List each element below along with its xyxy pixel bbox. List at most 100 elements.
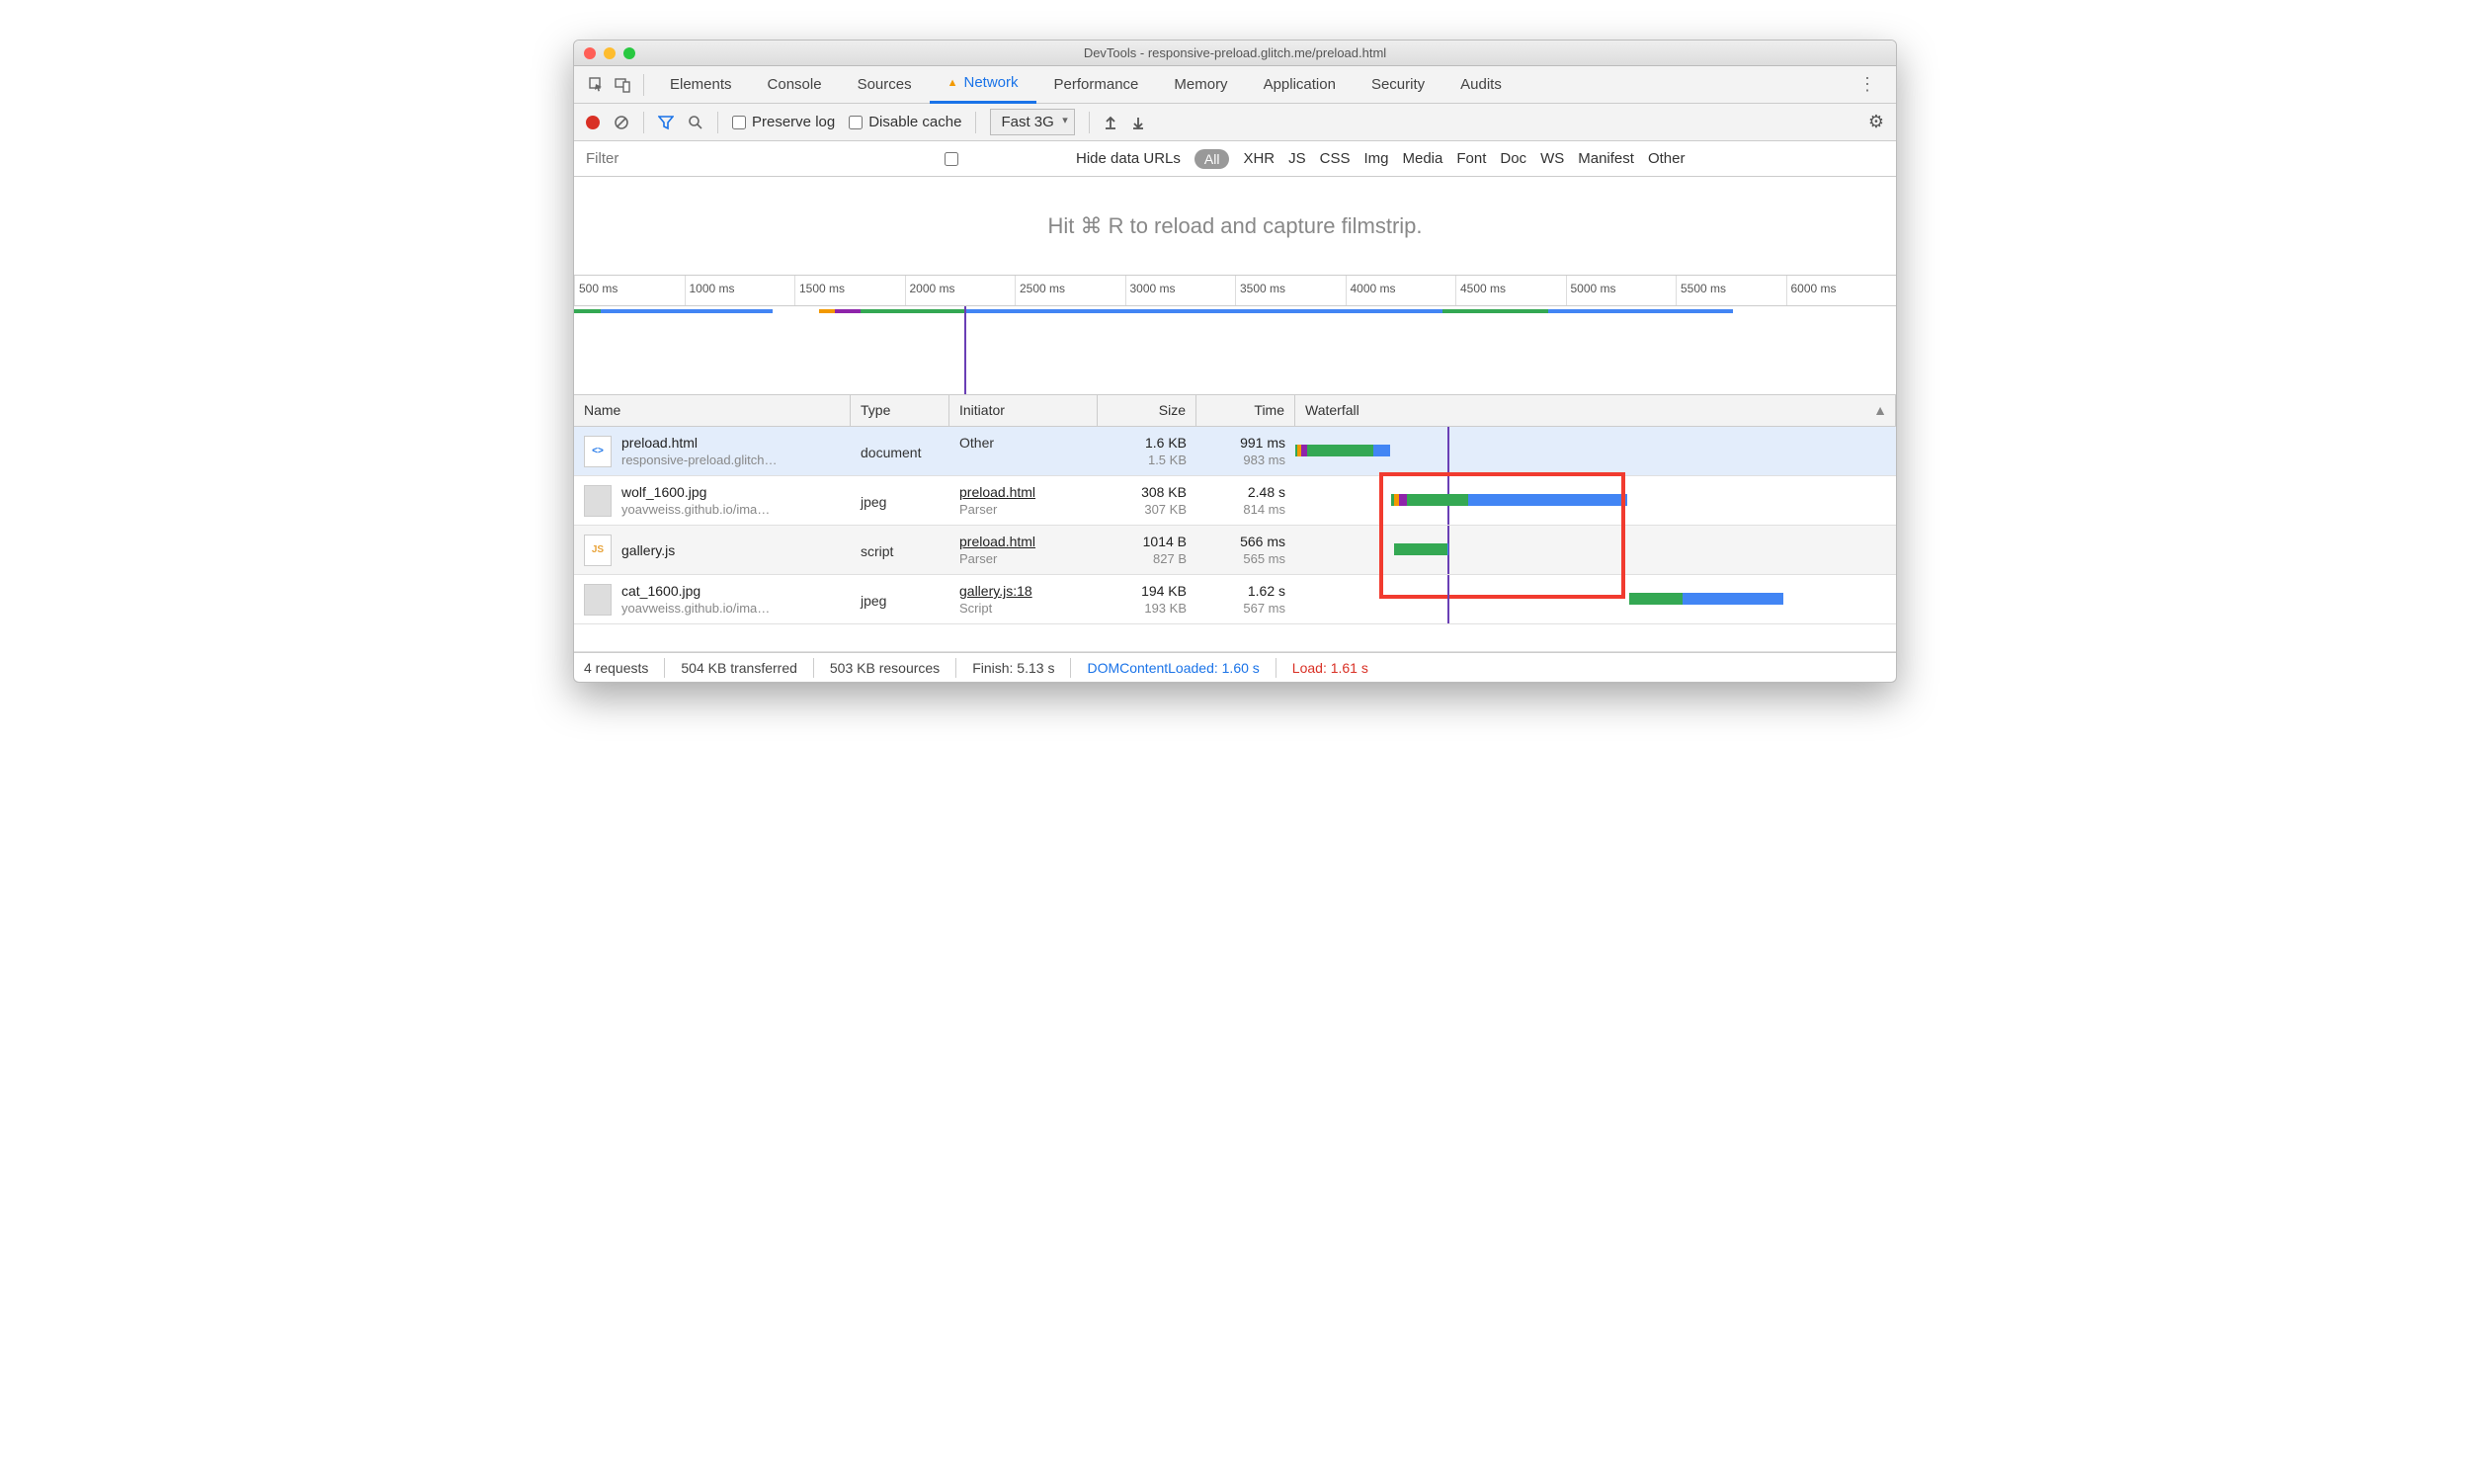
file-js-icon: JS [584, 535, 612, 566]
waterfall-segment-download [1447, 543, 1448, 555]
filter-input[interactable] [582, 146, 819, 171]
throttling-value: Fast 3G [1001, 114, 1053, 130]
filter-type-font[interactable]: Font [1456, 150, 1486, 167]
filter-icon[interactable] [658, 115, 674, 130]
waterfall-segment-waiting [1394, 543, 1447, 555]
initiator-link: Other [959, 435, 1088, 451]
tab-security[interactable]: Security [1354, 66, 1442, 104]
request-row[interactable]: JSgallery.jsscriptpreload.htmlParser1014… [574, 526, 1896, 575]
overflow-menu-icon[interactable]: ⋮ [1849, 74, 1886, 95]
device-toggle-icon[interactable] [610, 72, 635, 98]
size-value: 194 KB [1108, 583, 1187, 599]
column-size[interactable]: Size [1098, 395, 1196, 426]
timeline-tick: 3500 ms [1235, 276, 1346, 305]
size-value: 1014 B [1108, 534, 1187, 549]
tab-elements[interactable]: Elements [652, 66, 750, 104]
timeline-tick: 6000 ms [1786, 276, 1897, 305]
clear-button[interactable] [614, 115, 629, 130]
settings-icon[interactable]: ⚙ [1868, 112, 1884, 132]
waterfall-segment-waiting [1629, 593, 1683, 605]
maximize-icon[interactable] [623, 47, 635, 59]
request-row[interactable]: <>preload.htmlresponsive-preload.glitch…… [574, 427, 1896, 476]
filter-type-img[interactable]: Img [1363, 150, 1388, 167]
timeline-tick: 4000 ms [1346, 276, 1456, 305]
request-domain: yoavweiss.github.io/ima… [621, 601, 770, 616]
initiator-link[interactable]: preload.html [959, 484, 1088, 500]
status-dcl: DOMContentLoaded: 1.60 s [1087, 660, 1259, 676]
timeline-overview[interactable]: 500 ms1000 ms1500 ms2000 ms2500 ms3000 m… [574, 276, 1896, 395]
dcl-marker [1447, 427, 1449, 475]
inspect-icon[interactable] [584, 72, 610, 98]
tab-sources[interactable]: Sources [840, 66, 930, 104]
request-name: cat_1600.jpg [621, 583, 770, 599]
filter-type-xhr[interactable]: XHR [1243, 150, 1275, 167]
file-img-icon [584, 485, 612, 517]
request-type: script [851, 526, 949, 574]
size-resource: 307 KB [1108, 502, 1187, 517]
record-button[interactable] [586, 116, 600, 129]
initiator-link[interactable]: preload.html [959, 534, 1088, 549]
window-titlebar: DevTools - responsive-preload.glitch.me/… [574, 41, 1896, 66]
waterfall-segment-download [1373, 445, 1390, 456]
download-har-icon[interactable] [1131, 116, 1145, 129]
column-name[interactable]: Name [574, 395, 851, 426]
column-initiator[interactable]: Initiator [949, 395, 1098, 426]
timeline-tick: 5000 ms [1566, 276, 1677, 305]
upload-har-icon[interactable] [1104, 116, 1117, 129]
request-row[interactable]: cat_1600.jpgyoavweiss.github.io/ima…jpeg… [574, 575, 1896, 624]
request-domain: yoavweiss.github.io/ima… [621, 502, 770, 517]
filter-type-css[interactable]: CSS [1320, 150, 1351, 167]
time-latency: 565 ms [1206, 551, 1285, 566]
request-domain: responsive-preload.glitch… [621, 453, 778, 467]
tab-memory[interactable]: Memory [1156, 66, 1245, 104]
disable-cache-label: Disable cache [868, 114, 961, 130]
timeline-tick: 3000 ms [1125, 276, 1236, 305]
close-icon[interactable] [584, 47, 596, 59]
status-transferred: 504 KB transferred [681, 660, 797, 676]
tab-performance[interactable]: Performance [1036, 66, 1157, 104]
status-requests: 4 requests [584, 660, 648, 676]
filter-type-media[interactable]: Media [1403, 150, 1443, 167]
waterfall-cell [1295, 526, 1896, 574]
time-value: 991 ms [1206, 435, 1285, 451]
tab-network[interactable]: ▲Network [930, 66, 1036, 104]
window-title: DevTools - responsive-preload.glitch.me/… [574, 45, 1896, 60]
tab-audits[interactable]: Audits [1442, 66, 1520, 104]
filter-type-other[interactable]: Other [1648, 150, 1686, 167]
waterfall-segment-waiting [1307, 445, 1374, 456]
filter-type-js[interactable]: JS [1288, 150, 1306, 167]
time-latency: 567 ms [1206, 601, 1285, 616]
status-resources: 503 KB resources [830, 660, 940, 676]
timeline-tick: 2500 ms [1015, 276, 1125, 305]
waterfall-cell [1295, 575, 1896, 623]
file-img-icon [584, 584, 612, 616]
tab-application[interactable]: Application [1246, 66, 1354, 104]
size-resource: 193 KB [1108, 601, 1187, 616]
filter-type-ws[interactable]: WS [1540, 150, 1564, 167]
column-waterfall[interactable]: Waterfall▲ [1295, 395, 1896, 426]
request-name: gallery.js [621, 542, 675, 558]
request-name: wolf_1600.jpg [621, 484, 770, 500]
column-type[interactable]: Type [851, 395, 949, 426]
timeline-tick: 1000 ms [685, 276, 795, 305]
filter-type-all[interactable]: All [1194, 149, 1230, 169]
disable-cache-checkbox[interactable]: Disable cache [849, 114, 961, 130]
initiator-link[interactable]: gallery.js:18 [959, 583, 1088, 599]
size-value: 1.6 KB [1108, 435, 1187, 451]
filmstrip-message: Hit ⌘ R to reload and capture filmstrip. [574, 177, 1896, 276]
dcl-marker [1447, 575, 1449, 623]
filter-type-manifest[interactable]: Manifest [1578, 150, 1634, 167]
filter-type-doc[interactable]: Doc [1500, 150, 1526, 167]
column-time[interactable]: Time [1196, 395, 1295, 426]
warning-icon: ▲ [947, 64, 958, 102]
search-icon[interactable] [688, 115, 703, 130]
preserve-log-checkbox[interactable]: Preserve log [732, 114, 835, 130]
timeline-dcl-marker [964, 306, 966, 394]
tab-console[interactable]: Console [750, 66, 840, 104]
time-value: 2.48 s [1206, 484, 1285, 500]
minimize-icon[interactable] [604, 47, 616, 59]
hide-data-urls-checkbox[interactable]: Hide data URLs [833, 150, 1181, 167]
throttling-select[interactable]: Fast 3G [990, 109, 1074, 135]
request-row[interactable]: wolf_1600.jpgyoavweiss.github.io/ima…jpe… [574, 476, 1896, 526]
size-resource: 1.5 KB [1108, 453, 1187, 467]
